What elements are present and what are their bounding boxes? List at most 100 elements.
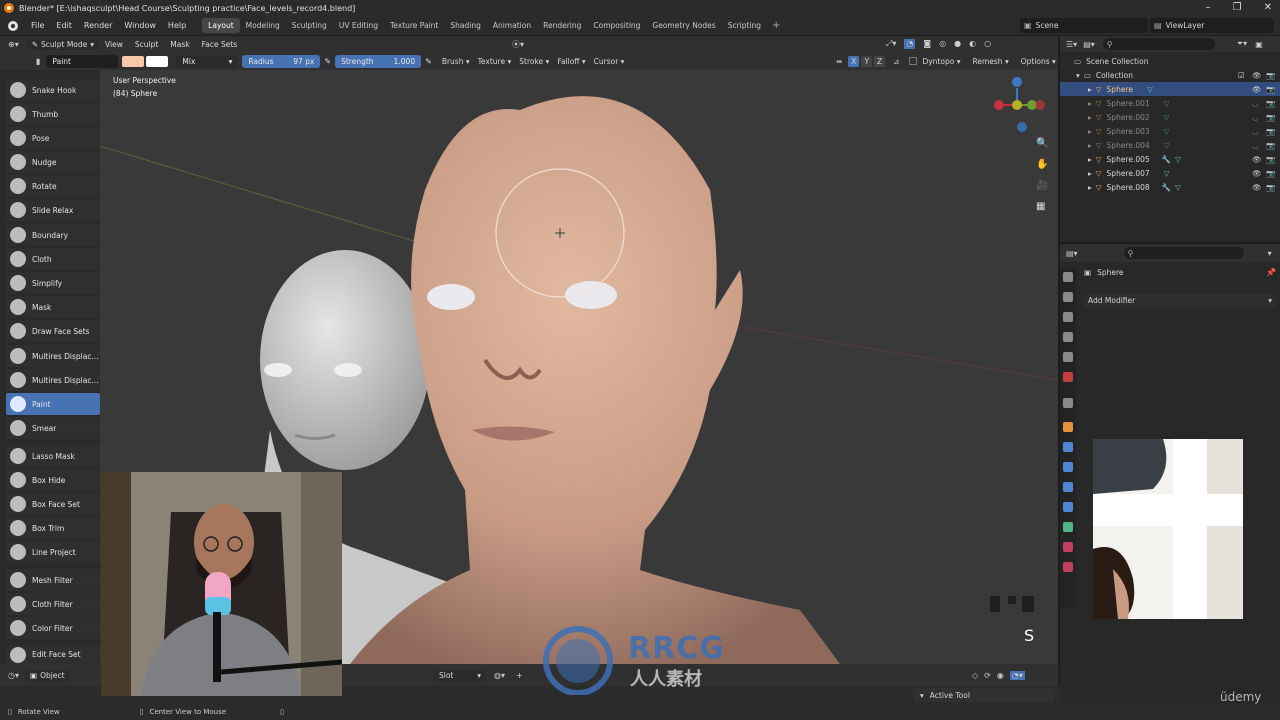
render-camera-icon[interactable]: 📷 <box>1266 169 1275 178</box>
tool-rotate[interactable]: Rotate <box>6 175 100 197</box>
tool-pose[interactable]: Pose <box>6 127 100 149</box>
brush-name-field[interactable]: Paint <box>46 54 119 68</box>
new-material-button[interactable]: + <box>516 671 523 680</box>
collection-tab-icon[interactable] <box>1063 398 1073 408</box>
scene-selector[interactable]: ▣ Scene <box>1020 18 1148 33</box>
tool-edit-face-set[interactable]: Edit Face Set <box>6 645 100 664</box>
hidden-eye-icon[interactable]: ◡ <box>1252 99 1259 108</box>
view-layer-tab-icon[interactable] <box>1063 332 1073 342</box>
constraints-tab-icon[interactable] <box>1063 502 1073 512</box>
tool-line-project[interactable]: Line Project <box>6 541 100 563</box>
tool-box-trim[interactable]: Box Trim <box>6 517 100 539</box>
pin-icon[interactable]: 📌 <box>1266 268 1276 277</box>
playback-icon[interactable]: ⟳ <box>984 671 991 680</box>
render-tab-icon[interactable] <box>1063 292 1073 302</box>
menu-mask[interactable]: Mask <box>164 40 195 49</box>
tab-texture-paint[interactable]: Texture Paint <box>384 18 444 33</box>
tool-simplify[interactable]: Simplify <box>6 272 100 294</box>
zoom-icon[interactable]: 🔍 <box>1036 136 1048 149</box>
outliner-row-sphere-001[interactable]: ▸ ▽ Sphere.001 ▽ ◡ 📷 <box>1060 96 1280 110</box>
visibility-eye-icon[interactable]: 👁 <box>1252 155 1262 164</box>
texture-menu[interactable]: Texture ▾ <box>474 57 516 66</box>
tool-cloth-filter[interactable]: Cloth Filter <box>6 593 100 615</box>
render-camera-icon[interactable]: 📷 <box>1266 113 1275 122</box>
scene-collection-row[interactable]: ▭ Scene Collection <box>1060 54 1280 68</box>
secondary-color-swatch[interactable] <box>146 55 169 67</box>
gizmo-toggle-icon[interactable]: ⤢▾ <box>886 39 896 49</box>
blend-mode-dropdown[interactable]: Mix ▾ <box>176 54 239 68</box>
tool-smear[interactable]: Smear <box>6 417 100 439</box>
tool-color-filter[interactable]: Color Filter <box>6 617 100 639</box>
texture-tab-icon[interactable] <box>1063 562 1073 572</box>
tab-rendering[interactable]: Rendering <box>537 18 587 33</box>
menu-edit[interactable]: Edit <box>50 21 78 30</box>
tab-geometry-nodes[interactable]: Geometry Nodes <box>646 18 721 33</box>
transform-pivot-icon[interactable]: ⦿▾ <box>512 39 524 50</box>
tool-nudge[interactable]: Nudge <box>6 151 100 173</box>
visibility-eye-icon[interactable]: 👁 <box>1252 183 1262 192</box>
falloff-menu[interactable]: Falloff ▾ <box>553 57 589 66</box>
outliner-row-sphere-005[interactable]: ▸ ▽ Sphere.005 🔧 ▽ 👁 📷 <box>1060 152 1280 166</box>
material-browse-icon[interactable]: ◍▾ <box>494 671 505 680</box>
cursor-menu[interactable]: Cursor ▾ <box>590 57 629 66</box>
tab-scripting[interactable]: Scripting <box>722 18 767 33</box>
rendered-shading-icon[interactable]: ○ <box>984 39 991 49</box>
tab-modeling[interactable]: Modeling <box>240 18 286 33</box>
object-tab-icon[interactable] <box>1063 422 1073 432</box>
tool-cloth[interactable]: Cloth <box>6 248 100 270</box>
material-tab-icon[interactable] <box>1063 542 1073 552</box>
navigation-gizmo[interactable] <box>994 77 1045 132</box>
physics-tab-icon[interactable] <box>1063 482 1073 492</box>
symmetry-lock-icon[interactable]: ⊿ <box>893 57 899 66</box>
menu-view[interactable]: View <box>99 40 129 49</box>
tab-sculpting[interactable]: Sculpting <box>286 18 333 33</box>
world-tab-icon[interactable] <box>1063 372 1073 382</box>
editor-type-icon[interactable]: ⊕▾ <box>8 40 19 49</box>
hidden-eye-icon[interactable]: ◡ <box>1252 141 1259 150</box>
particles-tab-icon[interactable] <box>1063 462 1073 472</box>
tool-paint[interactable]: Paint <box>6 393 100 415</box>
tab-layout[interactable]: Layout <box>202 18 240 33</box>
add-workspace-button[interactable]: + <box>767 20 785 31</box>
hidden-eye-icon[interactable]: ◡ <box>1252 127 1259 136</box>
menu-render[interactable]: Render <box>78 21 118 30</box>
brush-icon[interactable]: ▮ <box>36 57 40 66</box>
modifier-tab-icon[interactable] <box>1063 442 1073 452</box>
view-layer-selector[interactable]: ▤ ViewLayer <box>1150 18 1274 33</box>
tool-box-hide[interactable]: Box Hide <box>6 469 100 491</box>
options-menu[interactable]: Options ▾ <box>1021 57 1056 66</box>
outliner-search-input[interactable]: ⚲ <box>1102 38 1215 50</box>
tool-multires-displacement-smear[interactable]: Multires Displac... <box>6 369 100 391</box>
outliner-row-sphere-002[interactable]: ▸ ▽ Sphere.002 ▽ ◡ 📷 <box>1060 110 1280 124</box>
primary-color-swatch[interactable] <box>122 55 145 67</box>
hidden-eye-icon[interactable]: ◡ <box>1252 113 1259 122</box>
dyntopo-checkbox[interactable] <box>909 57 918 65</box>
render-camera-icon[interactable]: 📷 <box>1266 71 1275 80</box>
outliner-row-sphere-008[interactable]: ▸ ▽ Sphere.008 🔧 ▽ 👁 📷 <box>1060 180 1280 194</box>
visibility-eye-icon[interactable]: 👁 <box>1252 169 1262 178</box>
render-camera-icon[interactable]: 📷 <box>1266 183 1275 192</box>
visibility-eye-icon[interactable]: 👁 <box>1252 85 1262 94</box>
tool-box-face-set[interactable]: Box Face Set <box>6 493 100 515</box>
collection-row[interactable]: ▾ ▭ Collection ☑ 👁 📷 <box>1060 68 1280 82</box>
properties-search-input[interactable]: ⚲ <box>1123 247 1244 259</box>
tab-shading[interactable]: Shading <box>444 18 486 33</box>
tool-multires-displacement-eraser[interactable]: Multires Displac... <box>6 345 100 367</box>
close-button[interactable]: ✕ <box>1264 2 1272 13</box>
keyframe-icon[interactable]: ◇ <box>972 671 978 680</box>
render-camera-icon[interactable]: 📷 <box>1266 127 1275 136</box>
outliner-row-sphere[interactable]: ▸ ▽ Sphere ▽ 👁 📷 <box>1060 82 1280 96</box>
properties-editor-icon[interactable]: ▤▾ <box>1066 249 1078 258</box>
gizmo-x-icon[interactable] <box>994 100 1004 110</box>
overlay-toggle-icon[interactable]: ◔ <box>904 39 916 49</box>
tab-uv-editing[interactable]: UV Editing <box>333 18 384 33</box>
remesh-menu[interactable]: Remesh ▾ <box>972 57 1008 66</box>
tool-tab-icon[interactable] <box>1063 272 1073 282</box>
record-icon[interactable]: ◉ <box>997 671 1004 680</box>
active-tool-panel[interactable]: ▾ Active Tool <box>914 688 1054 702</box>
dyntopo-menu[interactable]: Dyntopo ▾ <box>922 57 960 66</box>
xray-toggle-icon[interactable]: ◙ <box>923 39 931 49</box>
menu-help[interactable]: Help <box>162 21 192 30</box>
radius-pressure-icon[interactable]: ✎ <box>324 57 331 66</box>
scene-tab-icon[interactable] <box>1063 352 1073 362</box>
